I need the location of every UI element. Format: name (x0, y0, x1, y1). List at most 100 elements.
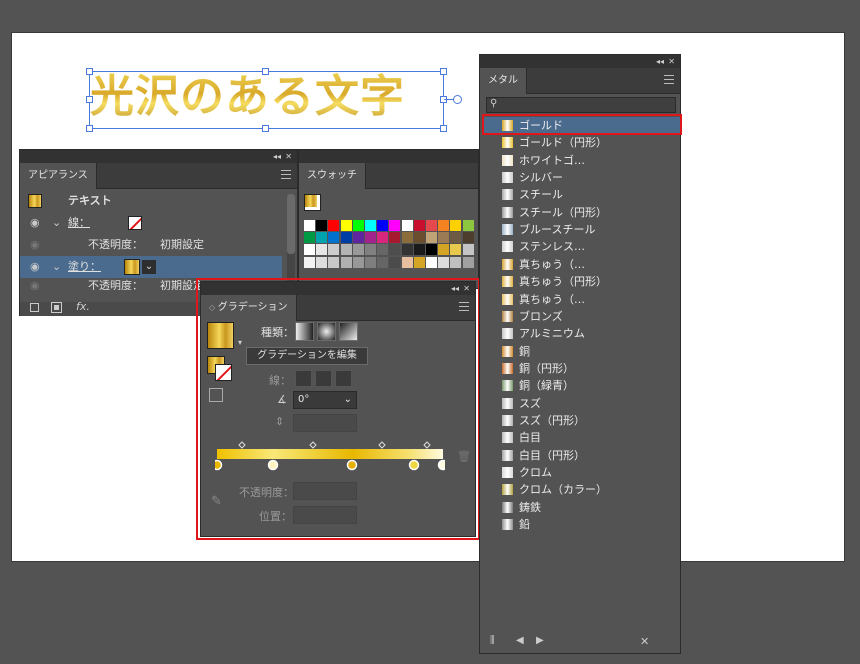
next-library-icon[interactable]: ▶ (536, 635, 544, 646)
fill-gradient-swatch[interactable] (124, 259, 140, 275)
swatch[interactable] (365, 220, 376, 231)
metal-swatch-item[interactable]: 真ちゅう（円形） (502, 273, 682, 290)
swatch[interactable] (340, 232, 352, 244)
swatch[interactable] (328, 244, 340, 256)
swatch[interactable] (438, 256, 450, 268)
swatch[interactable] (438, 220, 450, 231)
fill-label[interactable]: 塗り： (68, 256, 101, 278)
swatch[interactable] (304, 220, 315, 231)
swatch[interactable] (389, 220, 401, 231)
swatch[interactable] (328, 220, 340, 231)
selection-handle[interactable] (86, 125, 93, 132)
eye-icon[interactable]: ◉ (30, 256, 40, 278)
swatch[interactable] (401, 232, 413, 244)
collapse-icon[interactable]: ◂◂ (656, 55, 664, 68)
stroke-label[interactable]: 線： (68, 212, 90, 234)
metal-swatch-item[interactable]: 真ちゅう（… (502, 256, 682, 273)
eye-icon[interactable]: ◉ (30, 212, 40, 234)
selection-bounding-box[interactable] (89, 71, 444, 129)
swatch[interactable] (438, 232, 450, 244)
swatch[interactable] (438, 244, 450, 256)
metal-swatch-item[interactable]: ステンレス… (502, 238, 682, 255)
metal-swatch-item[interactable]: シルバー (502, 169, 682, 186)
swatch[interactable] (352, 220, 364, 231)
metal-swatch-item[interactable]: 鋳鉄 (502, 499, 682, 516)
swatch[interactable] (462, 256, 474, 268)
swatch[interactable] (462, 220, 474, 231)
text-path-port[interactable] (453, 95, 462, 104)
swatch[interactable] (316, 220, 328, 231)
swatch[interactable] (450, 232, 462, 244)
tab-appearance[interactable]: アピアランス (20, 163, 97, 189)
new-stroke-icon[interactable] (30, 303, 39, 312)
swatch[interactable] (426, 256, 437, 268)
swatch[interactable] (401, 220, 413, 231)
eye-icon[interactable]: ◉ (30, 278, 40, 290)
tab-metal[interactable]: メタル (480, 68, 527, 94)
pin-icon[interactable]: ✕ (640, 635, 649, 648)
swatch[interactable] (352, 244, 364, 256)
metal-swatch-item[interactable]: ブロンズ (502, 308, 682, 325)
swatch[interactable] (328, 232, 340, 244)
fx-icon[interactable]: fx. (76, 300, 90, 313)
panel-menu-icon[interactable] (281, 170, 291, 179)
opacity-label[interactable]: 不透明度： (88, 234, 143, 256)
swatch[interactable] (304, 256, 315, 268)
swatch[interactable] (450, 220, 462, 231)
metal-swatch-item[interactable]: 白目 (502, 429, 682, 446)
swatch[interactable] (352, 232, 364, 244)
swatch[interactable] (340, 220, 352, 231)
swatch[interactable] (340, 256, 352, 268)
scrollbar[interactable] (287, 194, 295, 288)
close-icon[interactable]: ✕ (668, 55, 675, 68)
selection-handle[interactable] (86, 68, 93, 75)
close-icon[interactable]: ✕ (285, 150, 292, 163)
selection-handle[interactable] (262, 68, 269, 75)
swatch[interactable] (365, 256, 376, 268)
metal-swatch-item[interactable]: ゴールド（円形） (502, 134, 682, 151)
selection-handle[interactable] (440, 125, 447, 132)
swatch[interactable] (389, 232, 401, 244)
swatch[interactable] (401, 244, 413, 256)
chevron-down-icon[interactable]: ⌄ (52, 256, 61, 278)
swatch[interactable] (413, 244, 425, 256)
swatch[interactable] (365, 232, 376, 244)
metal-swatch-item[interactable]: アルミニウム (502, 325, 682, 342)
metal-swatch-item[interactable]: 銅 (502, 343, 682, 360)
metal-swatch-item[interactable]: スチール (502, 186, 682, 203)
library-menu-icon[interactable]: ⫼ (490, 635, 495, 646)
scrollbar-thumb[interactable] (287, 194, 295, 254)
search-input[interactable]: ⚲ (486, 97, 676, 113)
swatch[interactable] (328, 256, 340, 268)
metal-swatch-item[interactable]: クロム（カラー） (502, 481, 682, 498)
eye-icon[interactable]: ◉ (30, 234, 40, 256)
swatch[interactable] (304, 244, 315, 256)
metal-swatch-item[interactable]: スチール（円形） (502, 204, 682, 221)
swatch[interactable] (377, 244, 389, 256)
appearance-row-fill[interactable]: ◉ ⌄ 塗り： ⌄ (20, 256, 282, 278)
fill-swatch[interactable] (305, 195, 317, 207)
swatch[interactable] (340, 244, 352, 256)
metal-swatch-item[interactable]: 真ちゅう（… (502, 291, 682, 308)
swatch[interactable] (316, 232, 328, 244)
swatch[interactable] (377, 220, 389, 231)
swatch[interactable] (365, 244, 376, 256)
metal-swatch-item[interactable]: 鉛 (502, 516, 682, 533)
metal-swatch-item[interactable]: クロム (502, 464, 682, 481)
previous-library-icon[interactable]: ◀ (516, 635, 524, 646)
appearance-row-stroke[interactable]: ◉ ⌄ 線： (20, 212, 282, 234)
opacity-label[interactable]: 不透明度： (88, 278, 143, 290)
fill-stroke-indicator[interactable] (304, 194, 321, 211)
metal-swatch-item[interactable]: ホワイトゴ… (502, 152, 682, 169)
metal-swatch-item[interactable]: 白目（円形） (502, 447, 682, 464)
swatch[interactable] (316, 256, 328, 268)
panel-menu-icon[interactable] (664, 75, 674, 84)
swatch[interactable] (426, 232, 437, 244)
selection-handle[interactable] (86, 96, 93, 103)
swatch[interactable] (316, 244, 328, 256)
swatch[interactable] (377, 232, 389, 244)
swatch[interactable] (426, 244, 437, 256)
swatch[interactable] (413, 220, 425, 231)
swatch[interactable] (426, 220, 437, 231)
swatch[interactable] (377, 256, 389, 268)
